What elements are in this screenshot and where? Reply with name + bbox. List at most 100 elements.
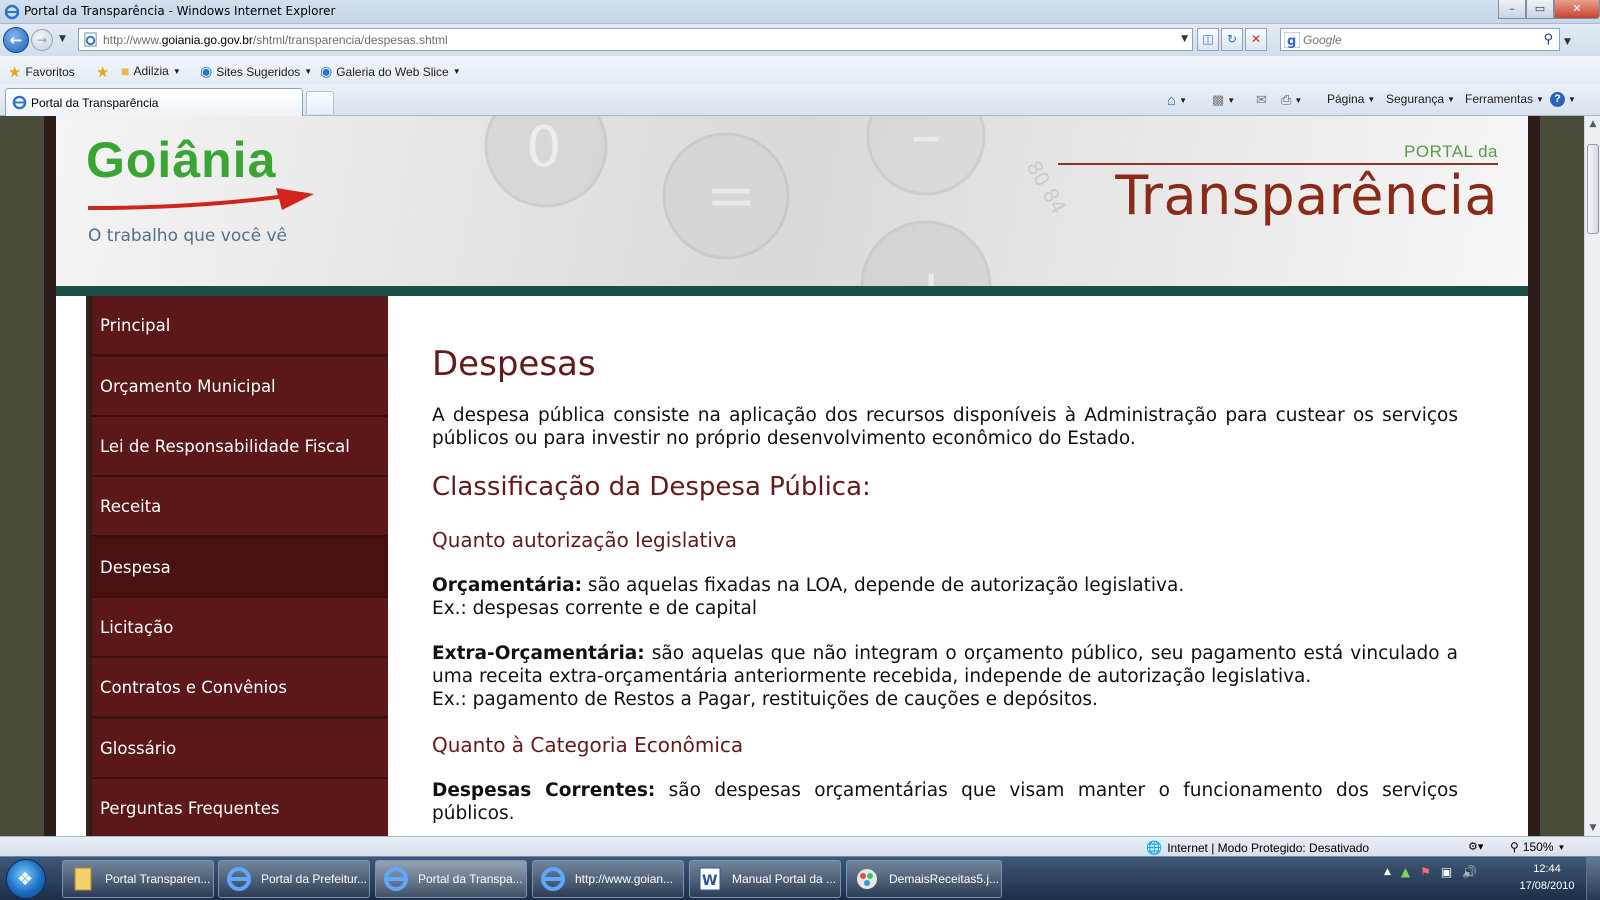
folder-icon <box>74 867 92 891</box>
scroll-thumb[interactable] <box>1587 144 1599 234</box>
orcamentaria-example: Ex.: despesas corrente e de capital <box>432 598 757 619</box>
favorite-sites-sugeridos[interactable]: ◉ Sites Sugeridos ▼ <box>200 63 312 80</box>
maximize-button[interactable]: ▭ <box>1526 0 1554 19</box>
search-icon[interactable]: ⚲ <box>1543 32 1553 47</box>
zoom-level[interactable]: ⚲ 150% ▼ <box>1510 840 1565 854</box>
windows-logo-icon: ❖ <box>17 869 34 890</box>
show-hidden-icons-icon[interactable]: ▲ <box>1384 867 1391 877</box>
recent-pages-dropdown[interactable]: ▼ <box>59 34 66 44</box>
portal-small-text: PORTAL da <box>1404 142 1498 161</box>
tools-menu[interactable]: Ferramentas ▼ <box>1465 92 1544 106</box>
help-button[interactable]: ? ▼ <box>1550 92 1576 107</box>
refresh-button[interactable]: ↻ <box>1221 28 1243 51</box>
home-icon: ⌂ <box>1167 92 1177 109</box>
sidebar-item-contratos-convenios[interactable]: Contratos e Convênios <box>92 658 388 718</box>
sidebar-item-despesa[interactable]: Despesa <box>92 538 388 598</box>
taskbar-item-image-viewer[interactable]: DemaisReceitas5.j... <box>846 860 1002 898</box>
show-desktop-button[interactable] <box>1586 857 1600 900</box>
goiania-logo[interactable]: Goiânia O trabalho que você vê <box>86 126 346 246</box>
feeds-button[interactable]: ▩ ▼ <box>1212 92 1235 108</box>
taskbar-item-word[interactable]: W Manual Portal da ... <box>689 860 841 898</box>
add-to-favorites-button[interactable]: ★ <box>96 63 109 81</box>
portal-big-text: Transparência <box>1115 164 1498 227</box>
page-menu[interactable]: Página ▼ <box>1327 92 1375 106</box>
main-content: Despesas A despesa pública consiste na a… <box>432 296 1458 836</box>
stop-button[interactable]: ✕ <box>1245 28 1267 51</box>
mail-icon: ✉ <box>1256 92 1267 107</box>
extra-orcamentaria-term: Extra-Orçamentária: <box>432 643 645 664</box>
sidebar-item-glossario[interactable]: Glossário <box>92 719 388 779</box>
page-body: 0 = + – 80 84 Goiânia O trabalho que voc… <box>56 116 1528 836</box>
back-button[interactable]: ← <box>3 27 29 53</box>
favorite-galeria-web-slice[interactable]: ◉ Galeria do Web Slice ▼ <box>320 63 461 80</box>
scroll-down-icon[interactable]: ▼ <box>1585 820 1600 836</box>
favorite-adilzia[interactable]: ■ Adilzia ▼ <box>121 63 181 79</box>
display-icon[interactable]: ▣ <box>1441 865 1452 879</box>
chevron-down-icon: ▼ <box>304 67 313 76</box>
sidebar-item-lei-responsabilidade-fiscal[interactable]: Lei de Responsabilidade Fiscal <box>92 417 388 477</box>
svg-text:W: W <box>702 873 717 889</box>
popup-blocker-icon[interactable]: ⚙▾ <box>1468 840 1483 853</box>
sidebar-menu: Principal Orçamento Municipal Lei de Res… <box>86 296 388 836</box>
chevron-down-icon: ▼ <box>1557 842 1566 852</box>
intro-paragraph: A despesa pública consiste na aplicação … <box>432 405 1458 449</box>
magnifier-icon: ⚲ <box>1510 840 1519 854</box>
new-tab-button[interactable] <box>306 91 334 114</box>
portal-transparencia-logo[interactable]: PORTAL da Transparência <box>1058 138 1498 248</box>
search-options-dropdown[interactable]: ▼ <box>1564 37 1571 47</box>
search-input[interactable] <box>1303 31 1533 49</box>
orcamentaria-term: Orçamentária: <box>432 575 582 596</box>
flag-icon[interactable]: ⚑ <box>1420 865 1431 879</box>
refresh-icon: ↻ <box>1226 32 1238 46</box>
print-button[interactable]: ⎙ ▼ <box>1281 92 1302 108</box>
clock[interactable]: 12:44 17/08/2010 <box>1512 861 1582 895</box>
search-box[interactable]: g ⚲ <box>1280 28 1560 51</box>
scroll-up-icon[interactable]: ▲ <box>1585 116 1600 132</box>
forward-button[interactable]: → <box>31 29 53 51</box>
window-title: Portal da Transparência - Windows Intern… <box>24 4 336 18</box>
security-zone[interactable]: 🌐 Internet | Modo Protegido: Desativado <box>1146 840 1369 856</box>
sidebar-item-perguntas-frequentes[interactable]: Perguntas Frequentes <box>92 779 388 836</box>
printer-icon: ⎙ <box>1281 92 1292 107</box>
chevron-down-icon: ▼ <box>172 66 181 76</box>
orcamentaria-paragraph: Orçamentária: são aquelas fixadas na LOA… <box>432 575 1185 619</box>
svg-text:g: g <box>1287 34 1296 48</box>
compatibility-view-button[interactable]: ◫ <box>1197 28 1219 51</box>
sidebar-item-orcamento-municipal[interactable]: Orçamento Municipal <box>92 357 388 417</box>
svg-text:+: + <box>906 256 956 286</box>
url-dropdown-icon[interactable]: ▼ <box>1181 34 1188 44</box>
mail-button[interactable]: ✉ <box>1256 92 1267 108</box>
subheading-autorizacao: Quanto autorização legislativa <box>432 528 738 552</box>
url-field[interactable]: http://www.goiania.go.gov.br/shtml/trans… <box>78 28 1193 51</box>
section-heading: Classificação da Despesa Pública: <box>432 472 871 502</box>
home-button[interactable]: ⌂ ▼ <box>1167 92 1187 109</box>
start-button[interactable]: ❖ <box>6 859 46 899</box>
volume-icon[interactable]: 🔊 <box>1462 865 1477 879</box>
sidebar-item-principal[interactable]: Principal <box>92 296 388 356</box>
close-button[interactable]: ✕ <box>1554 0 1600 19</box>
stop-icon: ✕ <box>1250 32 1262 46</box>
taskbar-item-ie-1[interactable]: Portal da Prefeitur... <box>218 860 370 898</box>
word-icon: W <box>699 867 721 891</box>
tab-portal-transparencia[interactable]: Portal da Transparência <box>5 88 303 116</box>
minimize-button[interactable]: – <box>1498 0 1526 19</box>
extra-orcamentaria-paragraph: Extra-Orçamentária: são aquelas que não … <box>432 643 1458 710</box>
vertical-scrollbar[interactable]: ▲ ▼ <box>1584 116 1600 836</box>
safety-menu[interactable]: Segurança ▼ <box>1386 92 1455 106</box>
network-icon[interactable]: ▲ <box>1401 865 1410 879</box>
favorites-button[interactable]: ★ Favoritos <box>8 63 75 81</box>
sidebar-item-licitacao[interactable]: Licitação <box>92 598 388 658</box>
sidebar-item-receita[interactable]: Receita <box>92 477 388 537</box>
image-viewer-icon <box>857 869 877 889</box>
favorites-bar: ★ Favoritos ★ ■ Adilzia ▼ ◉ Sites Sugerid… <box>0 56 1600 84</box>
taskbar-item-ie-2[interactable]: Portal da Transpa... <box>375 860 527 898</box>
chevron-down-icon: ▼ <box>1367 94 1376 104</box>
compatibility-icon: ◫ <box>1202 32 1214 46</box>
ie-icon <box>541 867 565 891</box>
taskbar-item-ie-3[interactable]: http://www.goian... <box>532 860 684 898</box>
chevron-down-icon: ▼ <box>1447 94 1455 104</box>
extra-orcamentaria-example: Ex.: pagamento de Restos a Pagar, restit… <box>432 689 1098 710</box>
taskbar-item-explorer[interactable]: Portal Transparen... <box>62 860 214 898</box>
ie-icon <box>227 867 251 891</box>
ie-tab-icon <box>12 95 27 110</box>
